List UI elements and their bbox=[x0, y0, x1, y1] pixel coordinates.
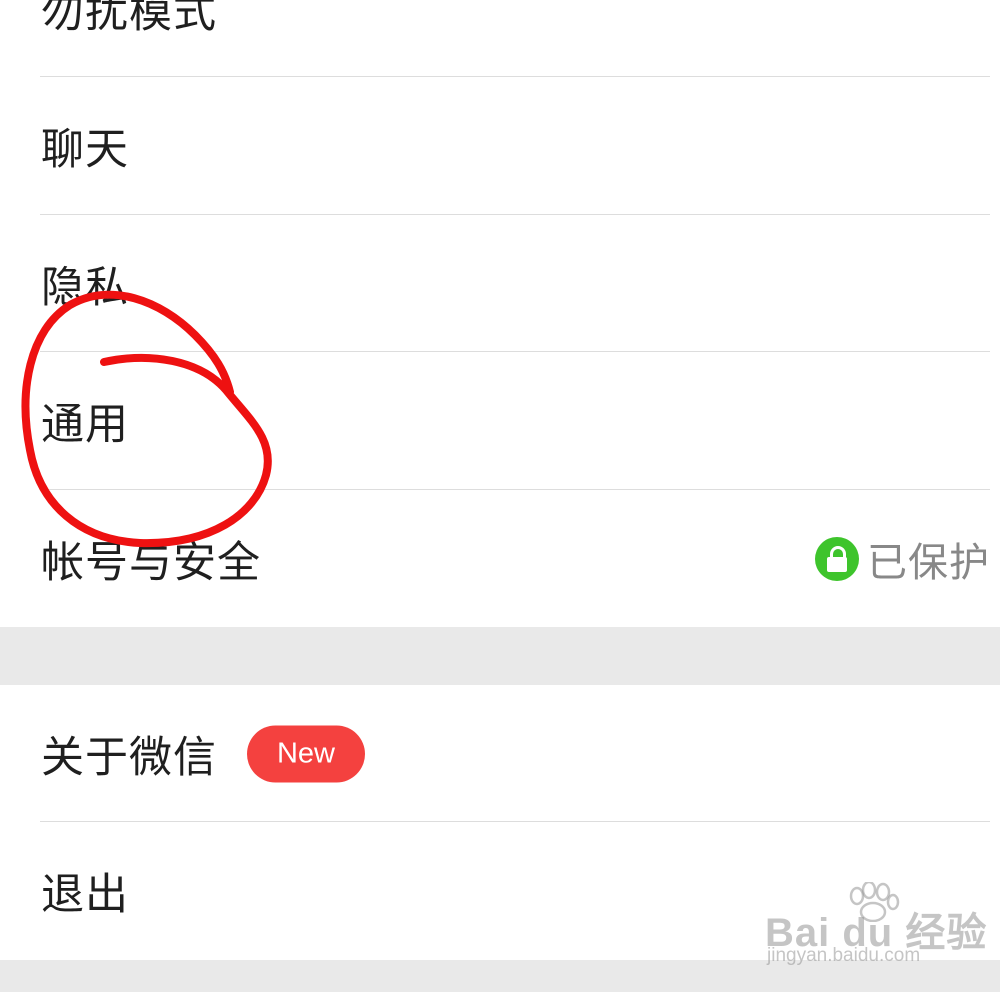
lock-icon bbox=[815, 536, 859, 581]
settings-item-label: 隐私 bbox=[41, 262, 129, 313]
settings-group-main: 勿扰模式 聊天 隐私 通用 帐号与安全 已保护 bbox=[0, 0, 1000, 627]
settings-item-account-security[interactable]: 帐号与安全 已保护 bbox=[0, 490, 1000, 627]
settings-item-label: 通用 bbox=[41, 399, 129, 450]
settings-item-label: 勿扰模式 bbox=[41, 0, 217, 38]
baidu-jingyan-watermark: Bai du 经验 jingyan.baidu.com bbox=[765, 880, 986, 970]
new-badge: New bbox=[247, 725, 365, 782]
account-status: 已保护 bbox=[815, 530, 990, 588]
settings-item-general[interactable]: 通用 bbox=[0, 352, 1000, 489]
settings-item-privacy[interactable]: 隐私 bbox=[0, 215, 1000, 352]
settings-item-label: 关于微信 bbox=[41, 732, 217, 783]
settings-item-do-not-disturb[interactable]: 勿扰模式 bbox=[0, 0, 1000, 76]
account-status-text: 已保护 bbox=[867, 539, 990, 586]
settings-item-about-wechat[interactable]: 关于微信 New bbox=[0, 685, 1000, 822]
watermark-url: jingyan.baidu.com bbox=[767, 945, 921, 966]
settings-item-label: 帐号与安全 bbox=[41, 537, 261, 588]
settings-item-label: 退出 bbox=[41, 870, 129, 920]
settings-item-label: 聊天 bbox=[41, 124, 129, 175]
settings-item-chat[interactable]: 聊天 bbox=[0, 77, 1000, 214]
